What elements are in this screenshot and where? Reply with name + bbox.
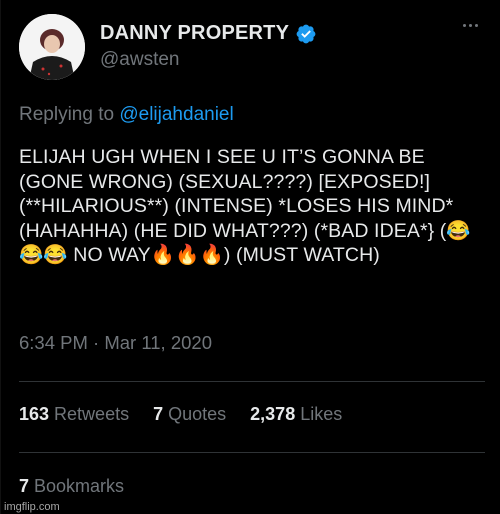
quotes-label: Quotes [168, 404, 227, 424]
divider [19, 381, 485, 382]
likes-label: Likes [300, 404, 343, 424]
quotes-count: 7 [153, 404, 164, 424]
retweets-label: Retweets [54, 404, 130, 424]
retweets-stat[interactable]: 163 Retweets [19, 404, 129, 425]
engagement-stats: 163 Retweets 7 Quotes 2,378 Likes [19, 404, 342, 425]
tweet-text: ELIJAH UGH WHEN I SEE U IT’S GONNA BE (G… [19, 146, 471, 266]
avatar[interactable] [19, 14, 85, 80]
likes-stat[interactable]: 2,378 Likes [250, 404, 342, 425]
divider [19, 452, 485, 453]
tweet-timestamp[interactable]: 6:34 PM · Mar 11, 2020 [19, 332, 212, 354]
bookmarks-label: Bookmarks [34, 476, 125, 496]
retweets-count: 163 [19, 404, 50, 424]
quotes-stat[interactable]: 7 Quotes [153, 404, 226, 425]
tweet-card: DANNY PROPERTY @awsten Replying to @elij… [0, 0, 500, 514]
likes-count: 2,378 [250, 404, 296, 424]
more-options-icon[interactable] [463, 24, 485, 32]
display-name[interactable]: DANNY PROPERTY [100, 22, 317, 45]
verified-badge-icon [296, 24, 316, 43]
display-name-text[interactable]: DANNY PROPERTY [100, 22, 289, 45]
bookmarks-stat[interactable]: 7 Bookmarks [19, 476, 124, 497]
watermark: imgflip.com [4, 501, 60, 513]
author-info: DANNY PROPERTY @awsten [100, 22, 317, 71]
tweet-header: DANNY PROPERTY @awsten [19, 14, 485, 84]
bookmarks-count: 7 [19, 476, 30, 496]
replying-to: Replying to @elijahdaniel [19, 104, 234, 126]
reply-mention-link[interactable]: @elijahdaniel [119, 104, 233, 125]
replying-to-label: Replying to [19, 104, 115, 125]
author-handle[interactable]: @awsten [100, 49, 317, 71]
